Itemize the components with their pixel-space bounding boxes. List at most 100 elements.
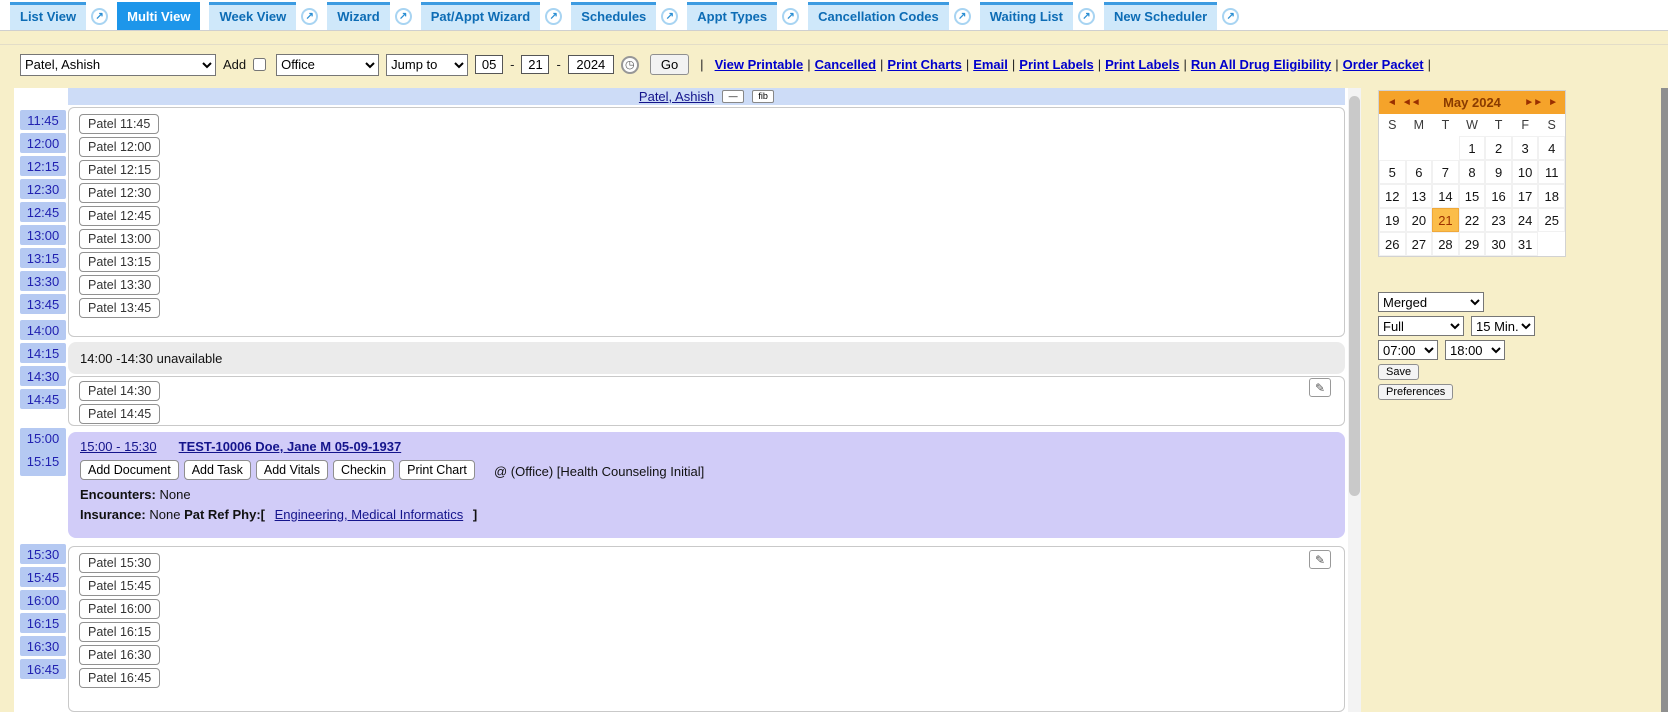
calendar-day[interactable]: 9 [1485,160,1512,184]
calendar-day[interactable]: 30 [1485,232,1512,256]
toolbar-link[interactable]: Run All Drug Eligibility [1191,57,1331,72]
calendar-next-month-icon[interactable]: ►► [1521,97,1545,108]
tab-popout-icon[interactable]: ↗ [301,8,318,25]
tab[interactable]: Appt Types [687,2,777,30]
ref-physician-link[interactable]: Engineering, Medical Informatics [275,507,464,522]
preferences-button[interactable]: Preferences [1378,384,1453,400]
slot-button[interactable]: Patel 15:30 [79,553,160,573]
tab[interactable]: Wizard [327,2,390,30]
calendar-day[interactable]: 8 [1459,160,1486,184]
slot-button[interactable]: Patel 12:45 [79,206,160,226]
calendar-day[interactable]: 25 [1538,208,1565,232]
go-button[interactable]: Go [650,54,689,75]
appointment-time-link[interactable]: 15:00 - 15:30 [80,439,157,454]
calendar-next-year-icon[interactable]: ► [1545,97,1560,108]
view-mode-select[interactable]: Merged [1378,292,1484,312]
slot-button[interactable]: Patel 11:45 [79,114,159,134]
appointment-action-button[interactable]: Checkin [333,460,394,480]
appointment-action-button[interactable]: Print Chart [399,460,475,480]
calendar-day[interactable]: 17 [1512,184,1539,208]
calendar-day[interactable]: 11 [1538,160,1565,184]
slot-button[interactable]: Patel 14:45 [79,404,160,424]
calendar-day[interactable]: 1 [1459,136,1486,160]
calendar-day[interactable]: 4 [1538,136,1565,160]
slot-button[interactable]: Patel 13:00 [79,229,160,249]
interval-select[interactable]: 15 Min. [1471,316,1535,336]
calendar-day[interactable]: 29 [1459,232,1486,256]
tab-popout-icon[interactable]: ↗ [954,8,971,25]
calendar-day[interactable]: 19 [1379,208,1406,232]
calendar-day[interactable]: 13 [1406,184,1433,208]
calendar-day[interactable]: 26 [1379,232,1406,256]
provider-header-link[interactable]: Patel, Ashish [639,89,714,104]
date-month-input[interactable] [475,55,503,74]
date-year-input[interactable] [568,55,614,74]
minimize-column-button[interactable]: — [722,90,744,103]
appointment-action-button[interactable]: Add Vitals [256,460,328,480]
toolbar-link[interactable]: Print Labels [1019,57,1093,72]
calendar-month-title[interactable]: May 2024 [1423,95,1522,110]
slot-button[interactable]: Patel 12:00 [79,137,160,157]
slot-button[interactable]: Patel 14:30 [79,381,160,401]
facility-select[interactable]: Office [276,54,379,76]
tab[interactable]: Waiting List [980,2,1073,30]
fib-button[interactable]: fib [752,90,774,103]
slot-button[interactable]: Patel 13:45 [79,298,160,318]
save-button[interactable]: Save [1378,364,1419,380]
toolbar-link[interactable]: Email [973,57,1008,72]
tab-popout-icon[interactable]: ↗ [545,8,562,25]
detail-select[interactable]: Full [1378,316,1464,336]
datepicker-icon[interactable]: ◷ [621,56,639,74]
calendar-day[interactable]: 10 [1512,160,1539,184]
tab[interactable]: Cancellation Codes [808,2,949,30]
window-scrollbar[interactable] [1661,88,1668,712]
edit-slot-button[interactable]: ✎ [1309,550,1331,569]
calendar-day[interactable]: 20 [1406,208,1433,232]
jump-to-select[interactable]: Jump to [386,54,468,76]
slot-button[interactable]: Patel 13:15 [79,252,160,272]
calendar-day[interactable]: 22 [1459,208,1486,232]
calendar-day[interactable]: 14 [1432,184,1459,208]
appointment-action-button[interactable]: Add Document [80,460,179,480]
tab[interactable]: New Scheduler [1104,2,1217,30]
calendar-day[interactable]: 15 [1459,184,1486,208]
calendar-day[interactable]: 24 [1512,208,1539,232]
start-time-select[interactable]: 07:00 [1378,340,1438,360]
tab-popout-icon[interactable]: ↗ [1078,8,1095,25]
slot-button[interactable]: Patel 16:30 [79,645,160,665]
tab[interactable]: Week View [209,2,296,30]
calendar-day[interactable]: 6 [1406,160,1433,184]
slot-button[interactable]: Patel 13:30 [79,275,160,295]
calendar-day[interactable]: 3 [1512,136,1539,160]
schedule-scrollbar-thumb[interactable] [1349,96,1360,496]
calendar-prev-month-icon[interactable]: ◄◄ [1399,97,1423,108]
schedule-scrollbar[interactable] [1348,88,1361,712]
provider-select[interactable]: Patel, Ashish [20,54,216,76]
appointment-action-button[interactable]: Add Task [184,460,251,480]
slot-button[interactable]: Patel 12:30 [79,183,160,203]
calendar-day[interactable]: 12 [1379,184,1406,208]
tab[interactable]: List View [10,2,86,30]
tab-popout-icon[interactable]: ↗ [1222,8,1239,25]
calendar-day[interactable]: 18 [1538,184,1565,208]
slot-button[interactable]: Patel 16:45 [79,668,160,688]
calendar-day[interactable]: 28 [1432,232,1459,256]
calendar-day[interactable]: 31 [1512,232,1539,256]
slot-button[interactable]: Patel 12:15 [79,160,160,180]
calendar-day[interactable]: 16 [1485,184,1512,208]
tab-popout-icon[interactable]: ↗ [661,8,678,25]
end-time-select[interactable]: 18:00 [1445,340,1505,360]
date-day-input[interactable] [521,55,549,74]
calendar-prev-year-icon[interactable]: ◄ [1384,97,1399,108]
toolbar-link[interactable]: Cancelled [815,57,876,72]
toolbar-link[interactable]: Print Labels [1105,57,1179,72]
calendar-day-selected[interactable]: 21 [1432,208,1459,232]
tab[interactable]: Schedules [571,2,656,30]
slot-button[interactable]: Patel 16:00 [79,599,160,619]
edit-slot-button[interactable]: ✎ [1309,378,1331,397]
appointment-patient-link[interactable]: TEST-10006 Doe, Jane M 05-09-1937 [179,439,402,454]
slot-button[interactable]: Patel 15:45 [79,576,160,596]
toolbar-link[interactable]: Order Packet [1343,57,1424,72]
tab[interactable]: Multi View [117,2,200,30]
calendar-day[interactable]: 5 [1379,160,1406,184]
